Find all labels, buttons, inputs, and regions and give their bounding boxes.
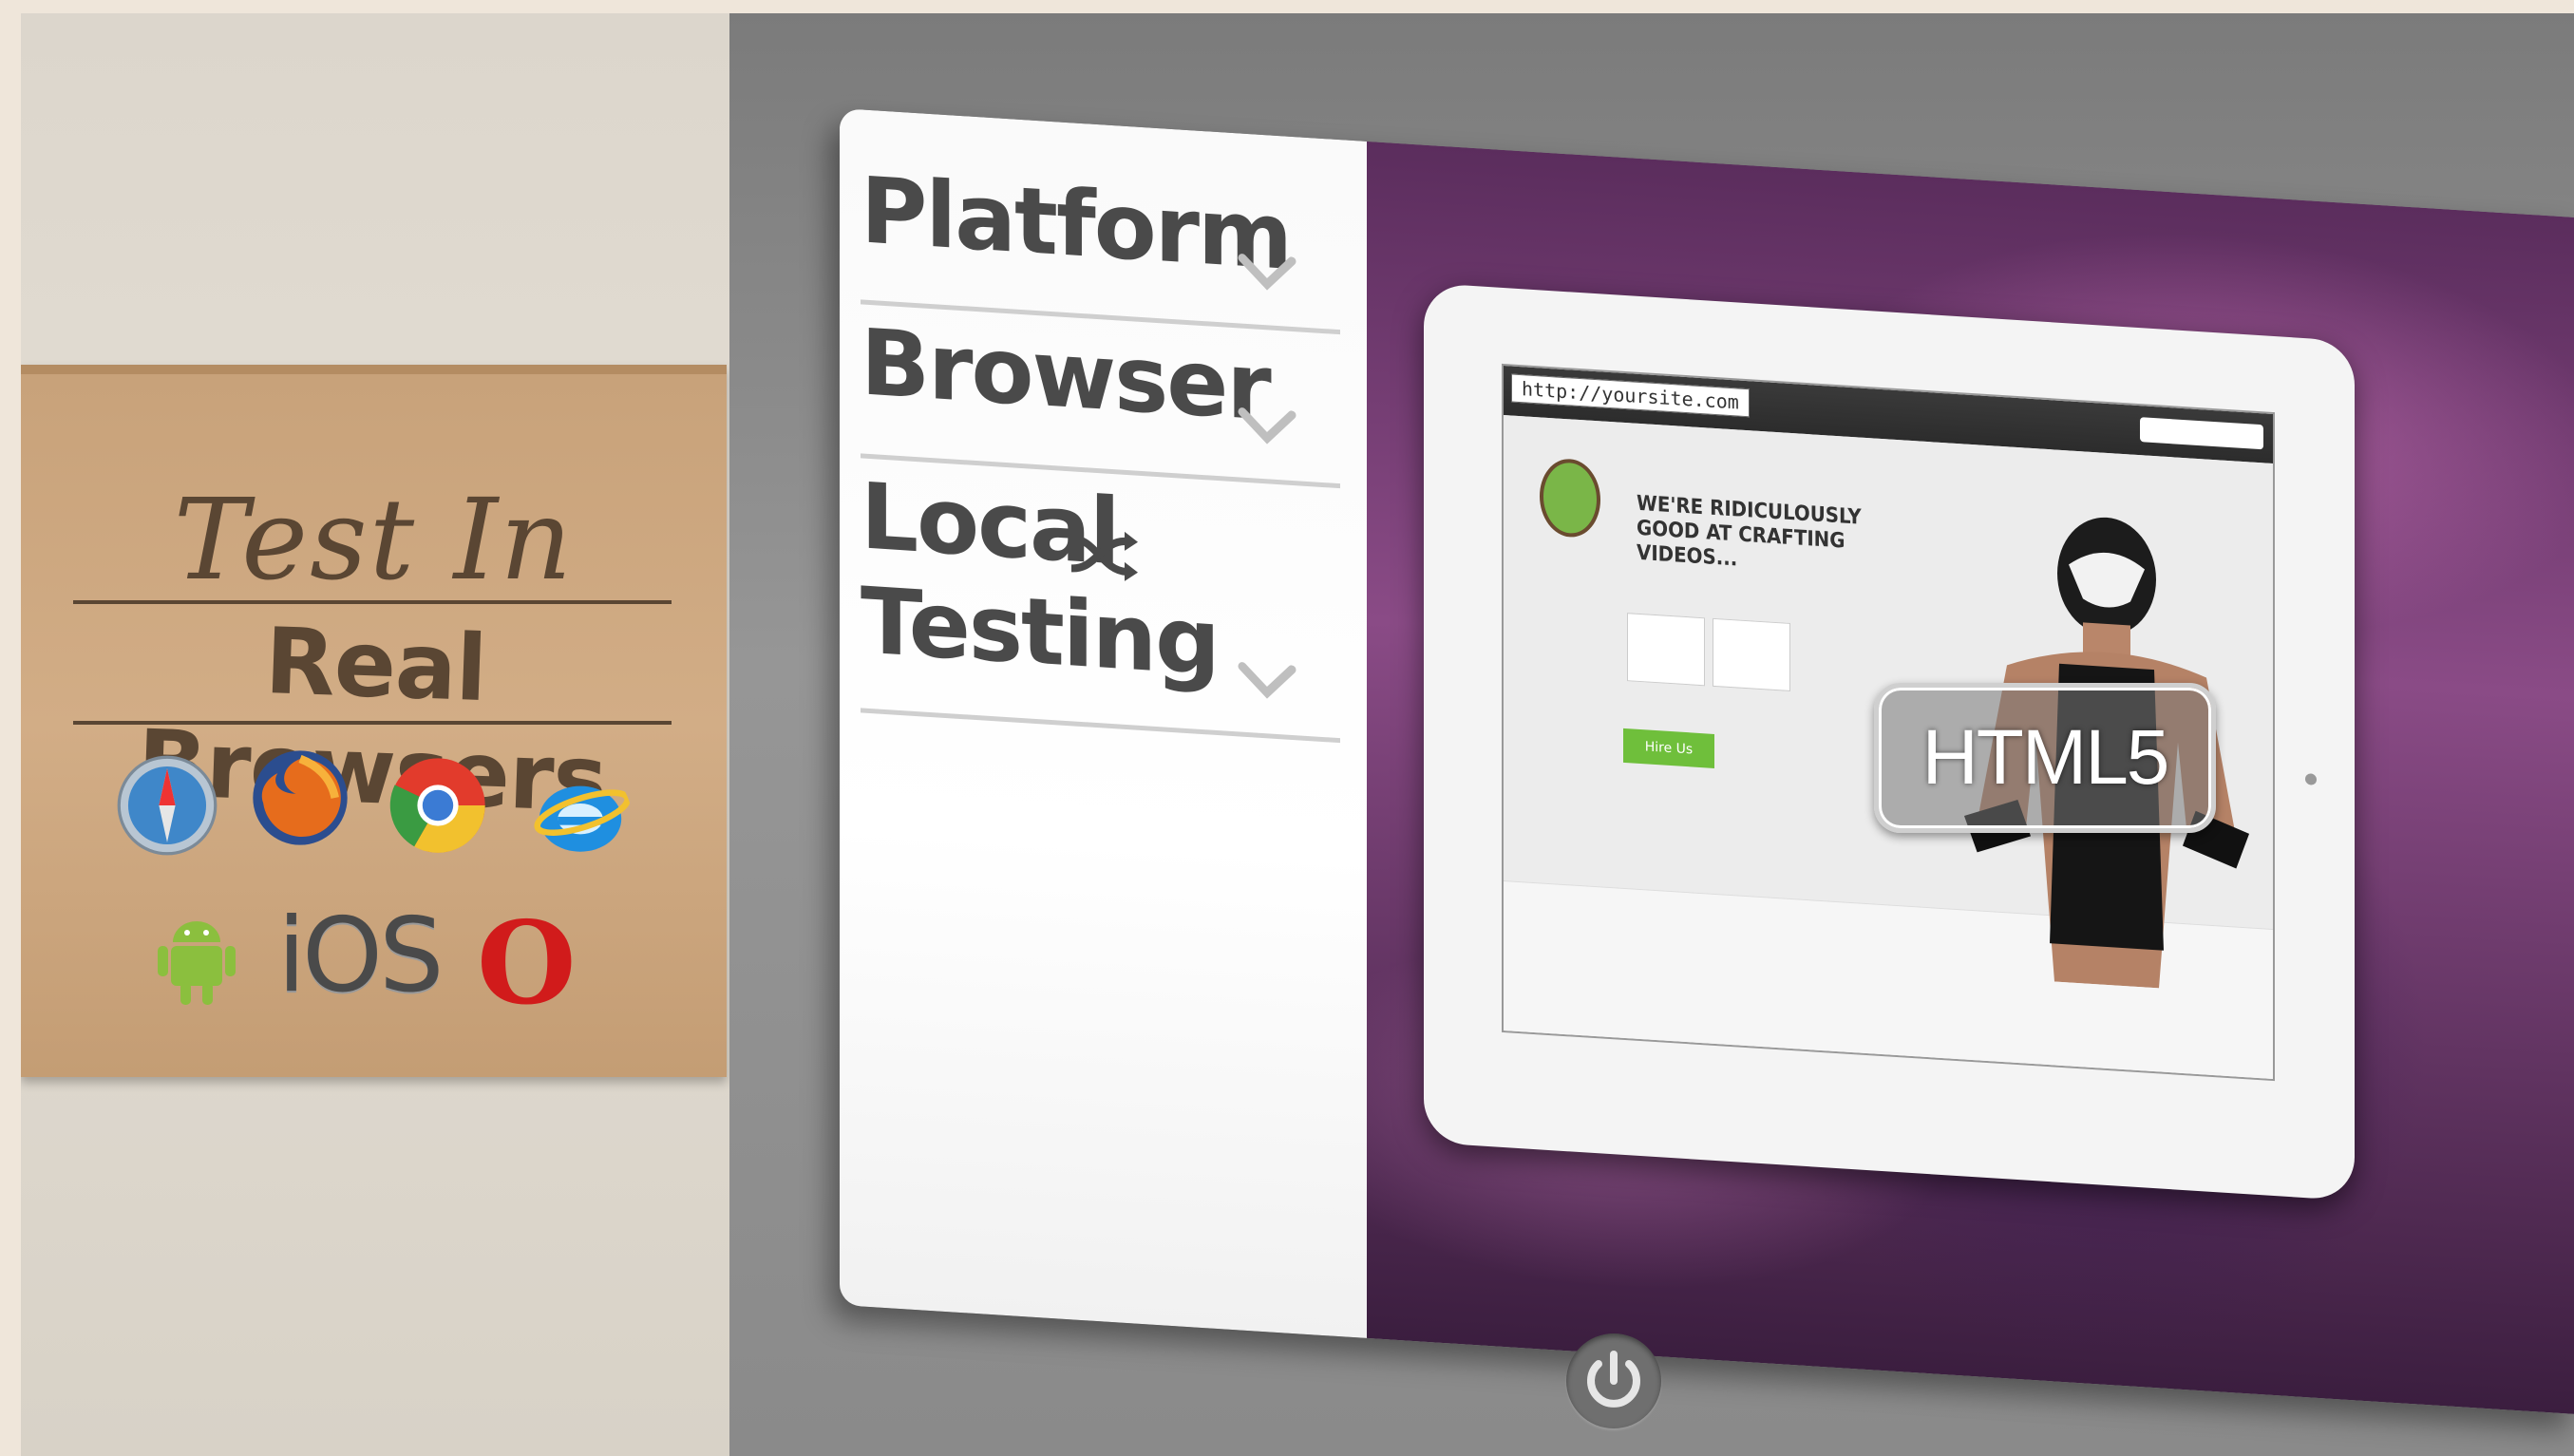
android-icon: [158, 921, 236, 1005]
browser-icons: [116, 750, 667, 878]
chevron-down-icon[interactable]: [1237, 406, 1297, 447]
device-bezel: Platform Browser Local Testing http://yo…: [729, 13, 2574, 1456]
tablet-home-dot: [2305, 773, 2317, 785]
opera-icon: O: [477, 897, 577, 1031]
search-input[interactable]: [2140, 417, 2263, 450]
shuffle-icon: [1070, 531, 1138, 581]
test-menu: Platform Browser Local Testing: [840, 108, 1367, 1338]
chevron-down-icon[interactable]: [1237, 660, 1297, 702]
thumbnail[interactable]: [1627, 613, 1705, 687]
menu-item-label: Platform: [861, 157, 1292, 291]
site-logo: [1540, 457, 1600, 539]
app-frame: Test In Real Browsers iOS O Platform Bro…: [21, 13, 2574, 1456]
promo-card: Test In Real Browsers iOS O: [21, 365, 727, 1077]
html5-badge: HTML5: [1874, 683, 2216, 833]
power-button[interactable]: [1566, 1333, 1661, 1428]
site-headline: WE'RE RIDICULOUSLY GOOD AT CRAFTING VIDE…: [1637, 491, 1862, 572]
url-field[interactable]: http://yoursite.com: [1511, 373, 1750, 418]
firefox-icon: [253, 750, 348, 845]
ie-icon: [534, 785, 631, 852]
platform-icons: iOS O: [154, 897, 629, 1031]
menu-divider: [861, 708, 1340, 744]
menu-item-label: Browser: [861, 309, 1270, 442]
hire-us-button[interactable]: Hire Us: [1623, 728, 1714, 768]
chevron-down-icon[interactable]: [1237, 252, 1297, 293]
ios-label: iOS: [277, 897, 445, 1015]
menu-item-label: Testing: [861, 567, 1219, 697]
thumbnail[interactable]: [1713, 617, 1790, 691]
promo-divider: [73, 721, 672, 725]
safari-icon: [117, 755, 218, 856]
promo-title: Test In: [173, 474, 575, 605]
device-screen: Platform Browser Local Testing http://yo…: [840, 108, 2574, 1415]
power-icon: [1587, 1351, 1640, 1408]
promo-panel: Test In Real Browsers iOS O: [21, 13, 729, 1456]
chrome-icon: [389, 758, 485, 853]
